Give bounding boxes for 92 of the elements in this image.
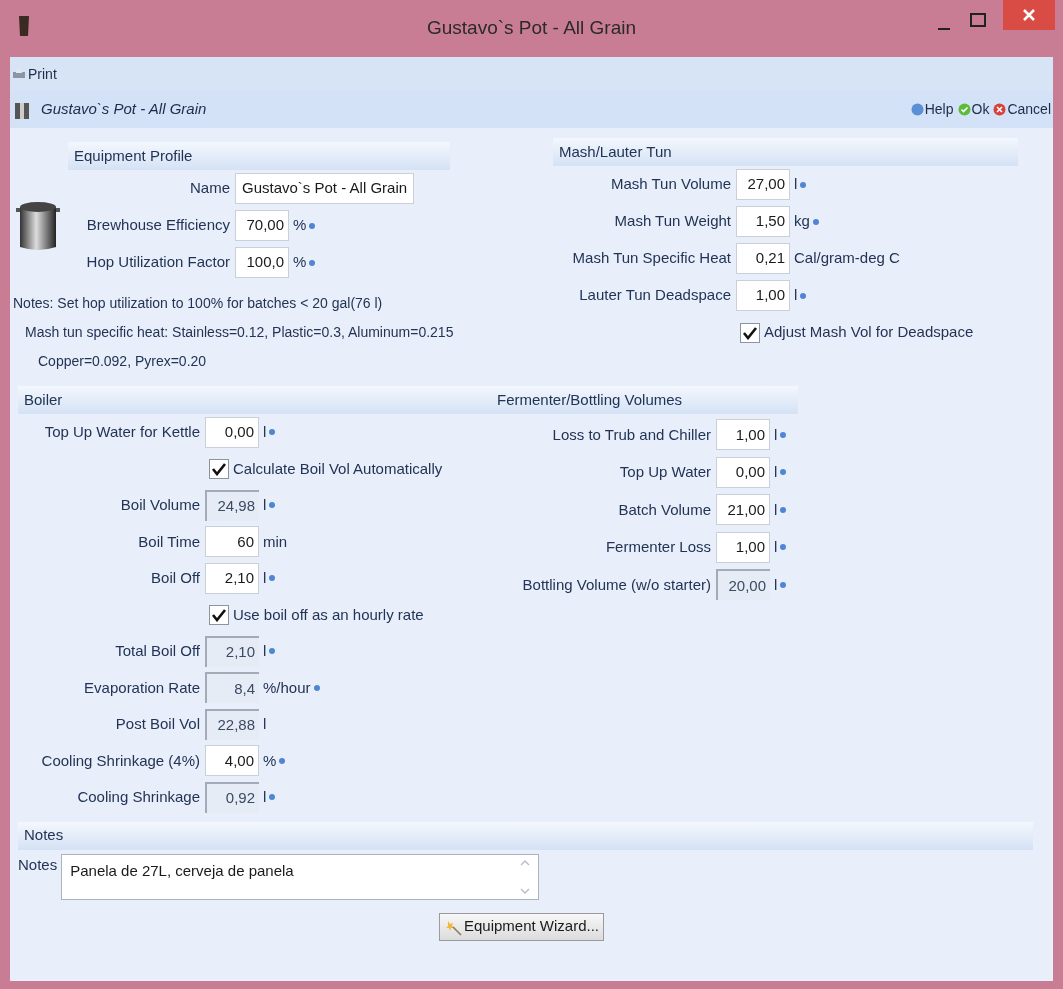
scroll-up-icon[interactable]	[520, 858, 531, 866]
field-label: Brewhouse Efficiency	[85, 215, 231, 236]
unit-label: l	[774, 424, 778, 445]
unit-label: l	[774, 499, 778, 520]
input-field[interactable]: 1,00	[716, 419, 770, 451]
section-heading: Equipment Profile	[68, 142, 450, 170]
notes-text: Panela de 27L, cerveja de panela	[69, 860, 295, 881]
input-field[interactable]: 1,50	[736, 206, 790, 237]
profile-title: Gustavo`s Pot - All Grain	[41, 99, 207, 120]
section-heading: Notes	[18, 821, 1033, 850]
field-label: Top Up Water for Kettle	[43, 422, 201, 442]
input-field[interactable]: 27,00	[736, 169, 790, 200]
equipment-wizard-button[interactable]: Equipment Wizard...	[438, 912, 605, 941]
field-label: Total Boil Off	[114, 641, 201, 661]
unit-label: l	[263, 787, 267, 807]
notes-textarea[interactable]: Panela de 27L, cerveja de panela	[61, 853, 540, 900]
input-field[interactable]: 0,21	[736, 243, 790, 274]
ok-button[interactable]: Ok	[957, 99, 990, 120]
section-heading: Boiler	[18, 386, 491, 414]
unit-label: l	[263, 495, 267, 515]
app-icon	[19, 16, 29, 36]
input-field[interactable]: 70,00	[235, 210, 289, 241]
unit-label: l	[263, 641, 267, 661]
input-field[interactable]: 21,00	[716, 494, 770, 526]
unit-label: %	[263, 750, 277, 771]
unit-label: %/hour	[263, 677, 311, 698]
field-label: Cooling Shrinkage (4%)	[40, 750, 201, 771]
input-field[interactable]: 1,00	[716, 531, 770, 563]
unit-label: l	[263, 568, 267, 588]
section-heading: Fermenter/Bottling Volumes	[491, 386, 798, 414]
check-circle-icon	[957, 103, 971, 116]
close-button[interactable]	[1003, 0, 1055, 30]
unit-label: Cal/gram-deg C	[794, 248, 900, 269]
input-field[interactable]: 0,00	[205, 416, 259, 448]
section-heading: Mash/Lauter Tun	[553, 138, 1018, 166]
checkbox[interactable]	[209, 458, 229, 479]
print-button[interactable]: Print	[12, 63, 57, 85]
input-field[interactable]: 100,0	[235, 247, 289, 278]
readonly-field: 24,98	[205, 489, 259, 521]
unit-label: l	[774, 574, 778, 595]
help-button[interactable]: Help	[910, 99, 954, 120]
readonly-field: 22,88	[205, 708, 259, 740]
unit-label: kg	[794, 211, 810, 232]
field-label: Lauter Tun Deadspace	[578, 285, 732, 306]
readonly-field: 8,4	[205, 672, 259, 704]
input-field[interactable]: Gustavo`s Pot - All Grain	[235, 173, 415, 204]
checkbox[interactable]	[740, 322, 760, 343]
input-field[interactable]: 0,00	[716, 456, 770, 488]
unit-label: %	[293, 215, 307, 236]
field-label: Bottling Volume (w/o starter)	[521, 574, 712, 595]
readonly-field: 2,10	[205, 635, 259, 667]
field-label: Evaporation Rate	[83, 677, 201, 698]
field-label: Boil Time	[137, 531, 201, 552]
field-label: Batch Volume	[617, 499, 712, 520]
field-label: Cooling Shrinkage	[76, 787, 201, 807]
field-label: Mash Tun Volume	[609, 174, 732, 195]
field-label: Name	[189, 178, 231, 199]
field-label: Hop Utilization Factor	[85, 252, 231, 273]
field-label: Boil Volume	[119, 495, 201, 515]
field-label: Fermenter Loss	[604, 537, 712, 557]
checkbox-label: Calculate Boil Vol Automatically	[233, 458, 443, 479]
unit-label: l	[263, 422, 267, 442]
note-text: Copper=0.092, Pyrex=0.20	[37, 352, 208, 371]
field-label: Post Boil Vol	[114, 714, 201, 734]
checkbox-label: Adjust Mash Vol for Deadspace	[764, 322, 974, 343]
field-label: Loss to Trub and Chiller	[551, 424, 712, 445]
field-label: Top Up Water	[618, 462, 712, 482]
checkbox-label: Use boil off as an hourly rate	[233, 604, 424, 625]
input-field[interactable]: 4,00	[205, 745, 259, 777]
readonly-field: 0,92	[205, 781, 259, 813]
window-title: Gustavo`s Pot - All Grain	[426, 16, 637, 41]
unit-label: l	[774, 462, 778, 482]
field-label: Boil Off	[150, 568, 201, 588]
readonly-field: 20,00	[716, 569, 770, 601]
unit-label: l	[794, 174, 798, 195]
input-field[interactable]: 60	[205, 526, 259, 558]
notes-label: Notes	[18, 854, 58, 875]
input-field[interactable]: 2,10	[205, 562, 259, 594]
unit-label: min	[263, 531, 288, 552]
field-label: Mash Tun Specific Heat	[571, 248, 732, 269]
note-text: Mash tun specific heat: Stainless=0.12, Plastic=0.3, Aluminum=0.215	[24, 323, 455, 342]
unit-label: l	[774, 537, 778, 557]
checkbox[interactable]	[209, 604, 229, 625]
field-label: Mash Tun Weight	[613, 211, 732, 232]
input-field[interactable]: 1,00	[736, 280, 790, 311]
unit-label: %	[293, 252, 307, 273]
scroll-down-icon[interactable]	[520, 887, 531, 895]
cancel-button[interactable]: Cancel	[993, 99, 1051, 120]
unit-label: l	[794, 285, 798, 306]
close-circle-icon	[993, 103, 1007, 116]
unit-label: l	[263, 714, 267, 734]
note-text: Notes: Set hop utilization to 100% for batches < 20 gal(76 l)	[12, 294, 384, 313]
